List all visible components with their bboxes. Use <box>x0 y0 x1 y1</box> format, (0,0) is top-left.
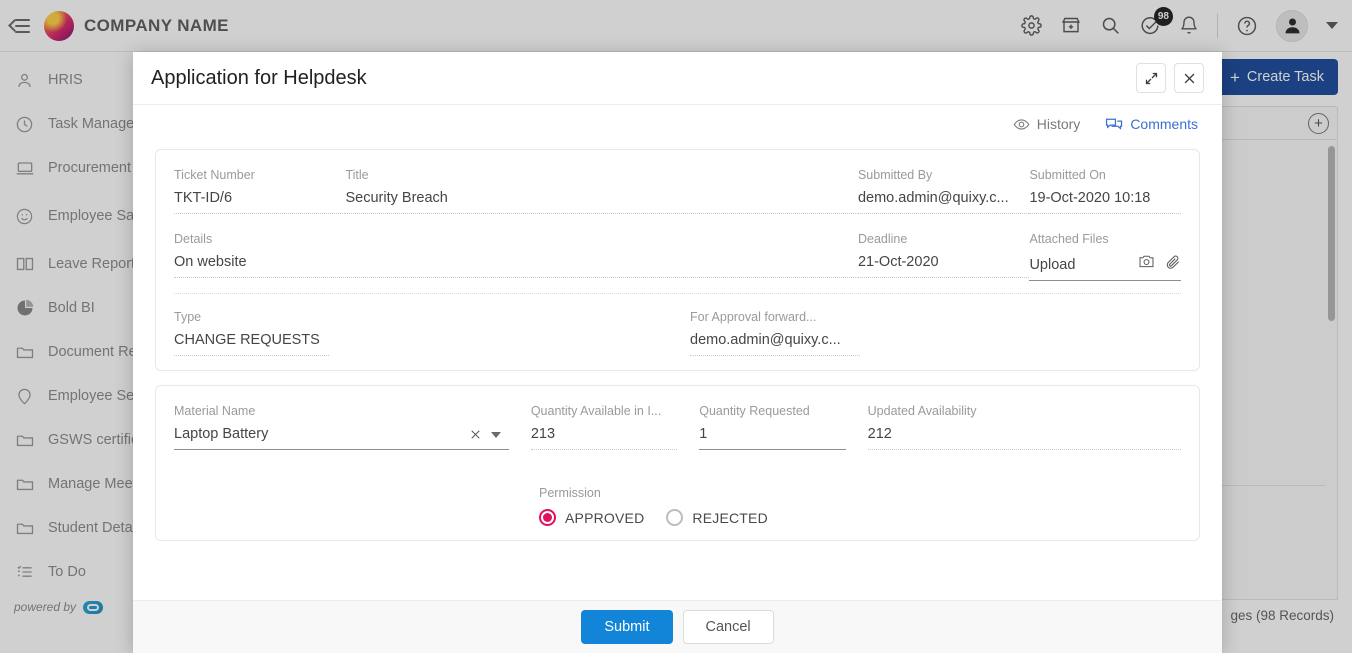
field-label: For Approval forward... <box>690 310 817 324</box>
history-link[interactable]: History <box>1013 116 1081 133</box>
quantity-available-field[interactable]: Quantity Available in I... 213 <box>530 402 678 450</box>
field-label: Quantity Available in I... <box>530 404 662 418</box>
material-select-controls <box>469 428 501 441</box>
ticket-details-card: Ticket Number TKT-ID/6 Title Security Br… <box>155 149 1200 371</box>
field-value: 1 <box>699 426 846 450</box>
field-label: Updated Availability <box>867 404 977 418</box>
permission-radio-row: APPROVED REJECTED <box>539 509 1181 526</box>
submit-button[interactable]: Submit <box>581 610 673 644</box>
modal-subheader: History Comments <box>133 105 1222 143</box>
deadline-field[interactable]: Deadline 21-Oct-2020 <box>857 230 1030 281</box>
radio-approved-label: APPROVED <box>565 509 645 526</box>
comments-bubble-icon <box>1104 116 1123 133</box>
chevron-down-icon[interactable] <box>490 431 501 438</box>
field-value: TKT-ID/6 <box>174 190 346 214</box>
field-value: 19-Oct-2020 10:18 <box>1029 190 1181 214</box>
modal-footer: Submit Cancel <box>133 600 1222 653</box>
camera-icon[interactable] <box>1138 254 1155 270</box>
field-label: Ticket Number <box>174 168 255 182</box>
comments-label: Comments <box>1130 116 1198 132</box>
upload-icon-group <box>1138 254 1181 273</box>
radio-approved-indicator[interactable] <box>539 509 556 526</box>
field-label: Deadline <box>857 232 908 246</box>
material-card: Material Name Laptop Battery Quantity Av… <box>155 385 1200 541</box>
permission-label: Permission <box>539 486 601 500</box>
approval-forward-field[interactable]: For Approval forward... demo.admin@quixy… <box>690 308 860 356</box>
submitted-by-field[interactable]: Submitted By demo.admin@quixy.c... <box>857 166 1030 214</box>
field-value: demo.admin@quixy.c... <box>690 332 860 356</box>
field-label: Type <box>174 310 202 324</box>
field-value: Security Breach <box>345 190 858 214</box>
title-field[interactable]: Title Security Breach <box>345 166 858 214</box>
field-label: Submitted On <box>1029 168 1106 182</box>
field-label: Details <box>174 232 213 246</box>
radio-rejected-label: REJECTED <box>692 509 768 526</box>
submitted-on-field[interactable]: Submitted On 19-Oct-2020 10:18 <box>1029 166 1181 214</box>
modal-body: Ticket Number TKT-ID/6 Title Security Br… <box>133 143 1222 600</box>
field-value: CHANGE REQUESTS <box>174 332 329 356</box>
paperclip-icon[interactable] <box>1165 254 1181 270</box>
field-value: 213 <box>530 426 678 450</box>
field-label: Attached Files <box>1029 232 1109 246</box>
eye-icon <box>1013 116 1030 133</box>
updated-availability-field[interactable]: Updated Availability 212 <box>867 402 1181 450</box>
field-value: 212 <box>867 426 1181 450</box>
attached-files-field[interactable]: Attached Files Upload <box>1029 230 1181 281</box>
radio-rejected-indicator[interactable] <box>666 509 684 526</box>
expand-diagonal-icon[interactable] <box>1136 63 1166 93</box>
field-value: demo.admin@quixy.c... <box>857 190 1030 214</box>
field-value: On website <box>174 254 858 278</box>
field-label: Title <box>345 168 369 182</box>
modal-header-buttons <box>1136 63 1204 93</box>
field-label: Submitted By <box>857 168 933 182</box>
ticket-number-field[interactable]: Ticket Number TKT-ID/6 <box>174 166 346 214</box>
field-label: Quantity Requested <box>699 404 810 418</box>
comments-link[interactable]: Comments <box>1104 116 1198 133</box>
clear-x-icon[interactable] <box>469 428 482 441</box>
field-value: 21-Oct-2020 <box>857 254 1030 278</box>
history-label: History <box>1036 116 1081 132</box>
ticket-row-3: Type CHANGE REQUESTS For Approval forwar… <box>174 308 1181 356</box>
upload-label: Upload <box>1029 257 1076 273</box>
close-x-icon[interactable] <box>1174 63 1204 93</box>
field-value: Laptop Battery <box>174 426 509 450</box>
quantity-requested-field[interactable]: Quantity Requested 1 <box>699 402 846 450</box>
cancel-button[interactable]: Cancel <box>682 610 774 644</box>
type-field[interactable]: Type CHANGE REQUESTS <box>174 308 690 356</box>
application-modal: Application for Helpdesk History Comment… <box>133 52 1222 653</box>
modal-header: Application for Helpdesk <box>133 52 1222 105</box>
permission-group: Permission APPROVED REJECTED <box>517 486 1181 526</box>
ticket-row-2: Details On website Deadline 21-Oct-2020 … <box>174 230 1181 281</box>
upload-control[interactable]: Upload <box>1029 254 1181 281</box>
page-title: Application for Helpdesk <box>151 66 367 89</box>
radio-approved[interactable]: APPROVED <box>539 509 644 526</box>
material-name-field[interactable]: Material Name Laptop Battery <box>174 402 509 450</box>
details-field[interactable]: Details On website <box>174 230 858 281</box>
field-label: Material Name <box>174 404 256 418</box>
material-row-1: Material Name Laptop Battery Quantity Av… <box>174 402 1181 450</box>
ticket-row-1: Ticket Number TKT-ID/6 Title Security Br… <box>174 166 1181 214</box>
section-separator <box>174 293 1181 294</box>
radio-rejected[interactable]: REJECTED <box>666 509 768 526</box>
app-root: COMPANY NAME 98 HRIS Task Manager Procur… <box>0 0 1352 653</box>
